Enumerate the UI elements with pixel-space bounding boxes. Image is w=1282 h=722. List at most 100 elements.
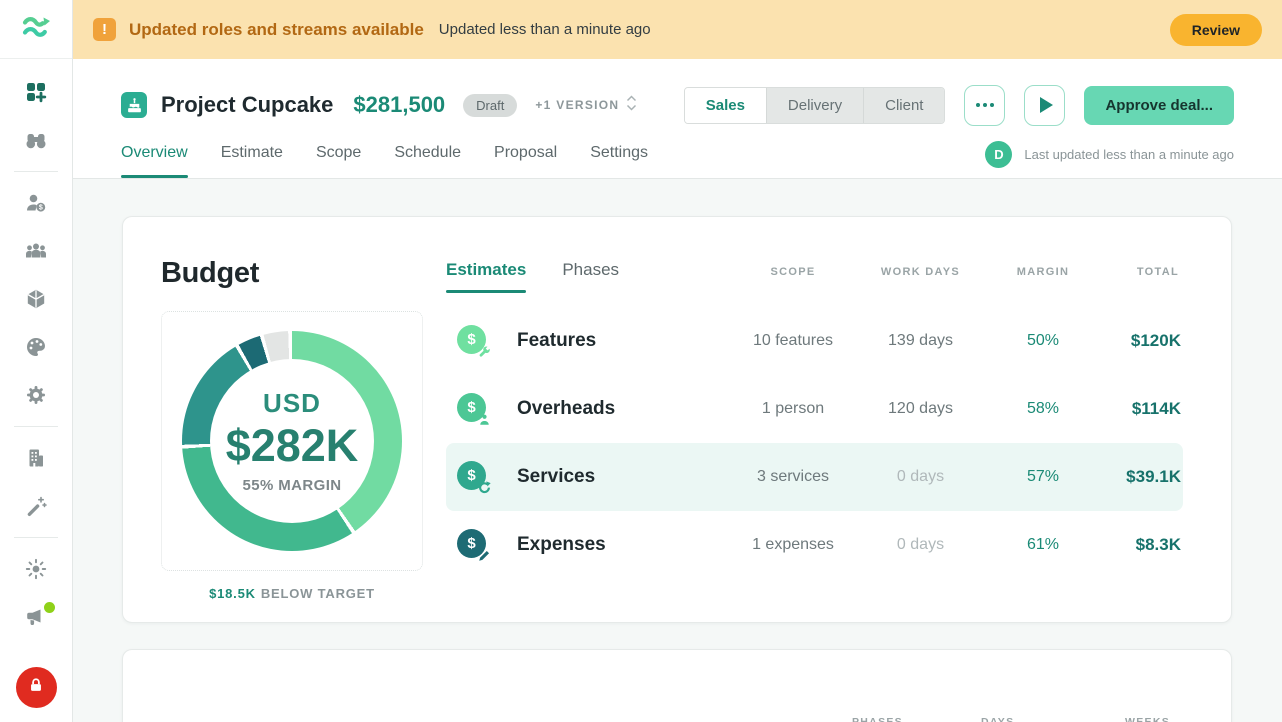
budget-tab-estimates[interactable]: Estimates (446, 260, 526, 293)
stat-label: DAYS (981, 716, 1101, 722)
review-button[interactable]: Review (1170, 14, 1262, 46)
stat-label: WEEKS (1125, 716, 1207, 722)
row-margin: 57% (988, 468, 1098, 486)
svg-text:$: $ (39, 205, 43, 212)
tab-overview[interactable]: Overview (121, 144, 188, 178)
sidebar-divider (14, 171, 58, 172)
dashboard-grid-plus-icon (24, 80, 48, 104)
building-icon (24, 446, 48, 470)
coin-person-icon: $ (457, 393, 491, 425)
segment-client[interactable]: Client (863, 88, 944, 123)
chevron-up-down-icon[interactable] (626, 94, 637, 117)
stat-phases: PHASES 1 phase (852, 716, 957, 722)
row-name: Services (517, 466, 595, 488)
budget-donut[interactable]: USD $282K 55% MARGIN (182, 331, 402, 551)
coin-pencil-icon: $ (457, 529, 491, 561)
project-title: Project Cupcake (161, 92, 333, 118)
row-total: $8.3K (1098, 535, 1183, 555)
project-cake-icon (121, 92, 147, 118)
donut-amount: $282K (226, 420, 359, 472)
donut-margin: 55% MARGIN (242, 477, 341, 494)
sidebar-item-branding[interactable] (16, 327, 56, 367)
row-workdays: 0 days (853, 468, 988, 486)
row-margin: 61% (988, 536, 1098, 554)
row-name: Overheads (517, 398, 615, 420)
lock-button[interactable] (16, 667, 57, 708)
tab-scope[interactable]: Scope (316, 144, 361, 178)
palette-icon (24, 335, 48, 359)
budget-title: Budget (161, 257, 446, 290)
row-scope: 1 person (733, 400, 853, 418)
sidebar-item-products[interactable] (16, 279, 56, 319)
timeline-card: Timeline Phases Resources PHASES 1 phase… (122, 649, 1232, 722)
sidebar-item-settings[interactable] (16, 375, 56, 415)
column-header-margin: MARGIN (988, 266, 1098, 293)
sidebar-item-dashboard[interactable] (16, 72, 56, 112)
budget-tab-phases[interactable]: Phases (562, 260, 619, 293)
team-icon (24, 239, 48, 263)
sidebar-item-explore[interactable] (16, 120, 56, 160)
column-header-workdays: WORK DAYS (853, 266, 988, 293)
estimates-table-header: Estimates Phases SCOPE WORK DAYS MARGIN … (446, 260, 1183, 293)
banner-title: Updated roles and streams available (129, 20, 424, 40)
tab-proposal[interactable]: Proposal (494, 144, 557, 178)
timeline-stats: PHASES 1 phase DAYS 120 days WEEKS 24 we… (852, 716, 1207, 722)
sidebar-divider (14, 426, 58, 427)
person-dollar-icon: $ (24, 191, 48, 215)
segment-delivery[interactable]: Delivery (766, 88, 863, 123)
banner-subtitle: Updated less than a minute ago (439, 21, 651, 38)
main-area: ! Updated roles and streams available Up… (73, 0, 1282, 722)
update-banner: ! Updated roles and streams available Up… (73, 0, 1282, 59)
row-scope: 10 features (733, 332, 853, 350)
alert-icon: ! (93, 18, 116, 41)
budget-chart-box: USD $282K 55% MARGIN (161, 311, 423, 571)
tab-settings[interactable]: Settings (590, 144, 648, 178)
app-logo[interactable] (0, 0, 72, 59)
row-name: Expenses (517, 534, 606, 556)
more-actions-button[interactable] (964, 85, 1005, 126)
play-button[interactable] (1024, 85, 1065, 126)
row-workdays: 120 days (853, 400, 988, 418)
stat-weeks: WEEKS 24 weeks (1125, 716, 1207, 722)
sidebar: $ (0, 0, 73, 722)
row-total: $120K (1098, 331, 1183, 351)
table-row-overheads[interactable]: $ Overheads 1 person 120 days 58% $114K (446, 375, 1183, 443)
stat-label: PHASES (852, 716, 957, 722)
column-header-scope: SCOPE (733, 266, 853, 293)
coin-refresh-icon: $ (457, 461, 491, 493)
sidebar-item-announcements[interactable] (16, 597, 56, 637)
view-switcher: Sales Delivery Client (684, 87, 946, 124)
table-row-expenses[interactable]: $ Expenses 1 expenses 0 days 61% $8.3K (446, 511, 1183, 579)
table-row-services[interactable]: $ Services 3 services 0 days 57% $39.1K (446, 443, 1183, 511)
segment-sales[interactable]: Sales (685, 88, 766, 123)
sidebar-item-company[interactable] (16, 438, 56, 478)
version-label[interactable]: +1 VERSION (535, 98, 619, 112)
below-target-value: $18.5K (209, 586, 256, 601)
budget-card: Budget USD $282K 55% MARGIN $18.5KBELOW … (122, 216, 1232, 623)
row-total: $39.1K (1098, 467, 1183, 487)
sidebar-item-automation[interactable] (16, 486, 56, 526)
tab-estimate[interactable]: Estimate (221, 144, 283, 178)
project-nav-tabs: Overview Estimate Scope Schedule Proposa… (121, 144, 648, 178)
sidebar-item-theme[interactable] (16, 549, 56, 589)
magic-wand-icon (24, 494, 48, 518)
approve-deal-button[interactable]: Approve deal... (1084, 86, 1234, 125)
sidebar-item-team[interactable] (16, 231, 56, 271)
table-row-features[interactable]: $ Features 10 features 139 days 50% $120… (446, 307, 1183, 375)
project-header: Project Cupcake $281,500 Draft +1 VERSIO… (73, 59, 1282, 179)
column-header-total: TOTAL (1098, 266, 1183, 293)
below-target-note: $18.5KBELOW TARGET (161, 586, 423, 601)
gear-icon (24, 383, 48, 407)
lock-icon (27, 676, 45, 699)
stat-days: DAYS 120 days (981, 716, 1101, 722)
notification-dot (44, 602, 55, 613)
donut-currency: USD (263, 388, 321, 419)
row-margin: 58% (988, 400, 1098, 418)
avatar[interactable]: D (985, 141, 1012, 168)
tab-schedule[interactable]: Schedule (394, 144, 461, 178)
play-icon (1040, 97, 1053, 113)
timeline-title: Timeline (161, 718, 446, 722)
row-scope: 1 expenses (733, 536, 853, 554)
sidebar-item-rates[interactable]: $ (16, 183, 56, 223)
row-margin: 50% (988, 332, 1098, 350)
